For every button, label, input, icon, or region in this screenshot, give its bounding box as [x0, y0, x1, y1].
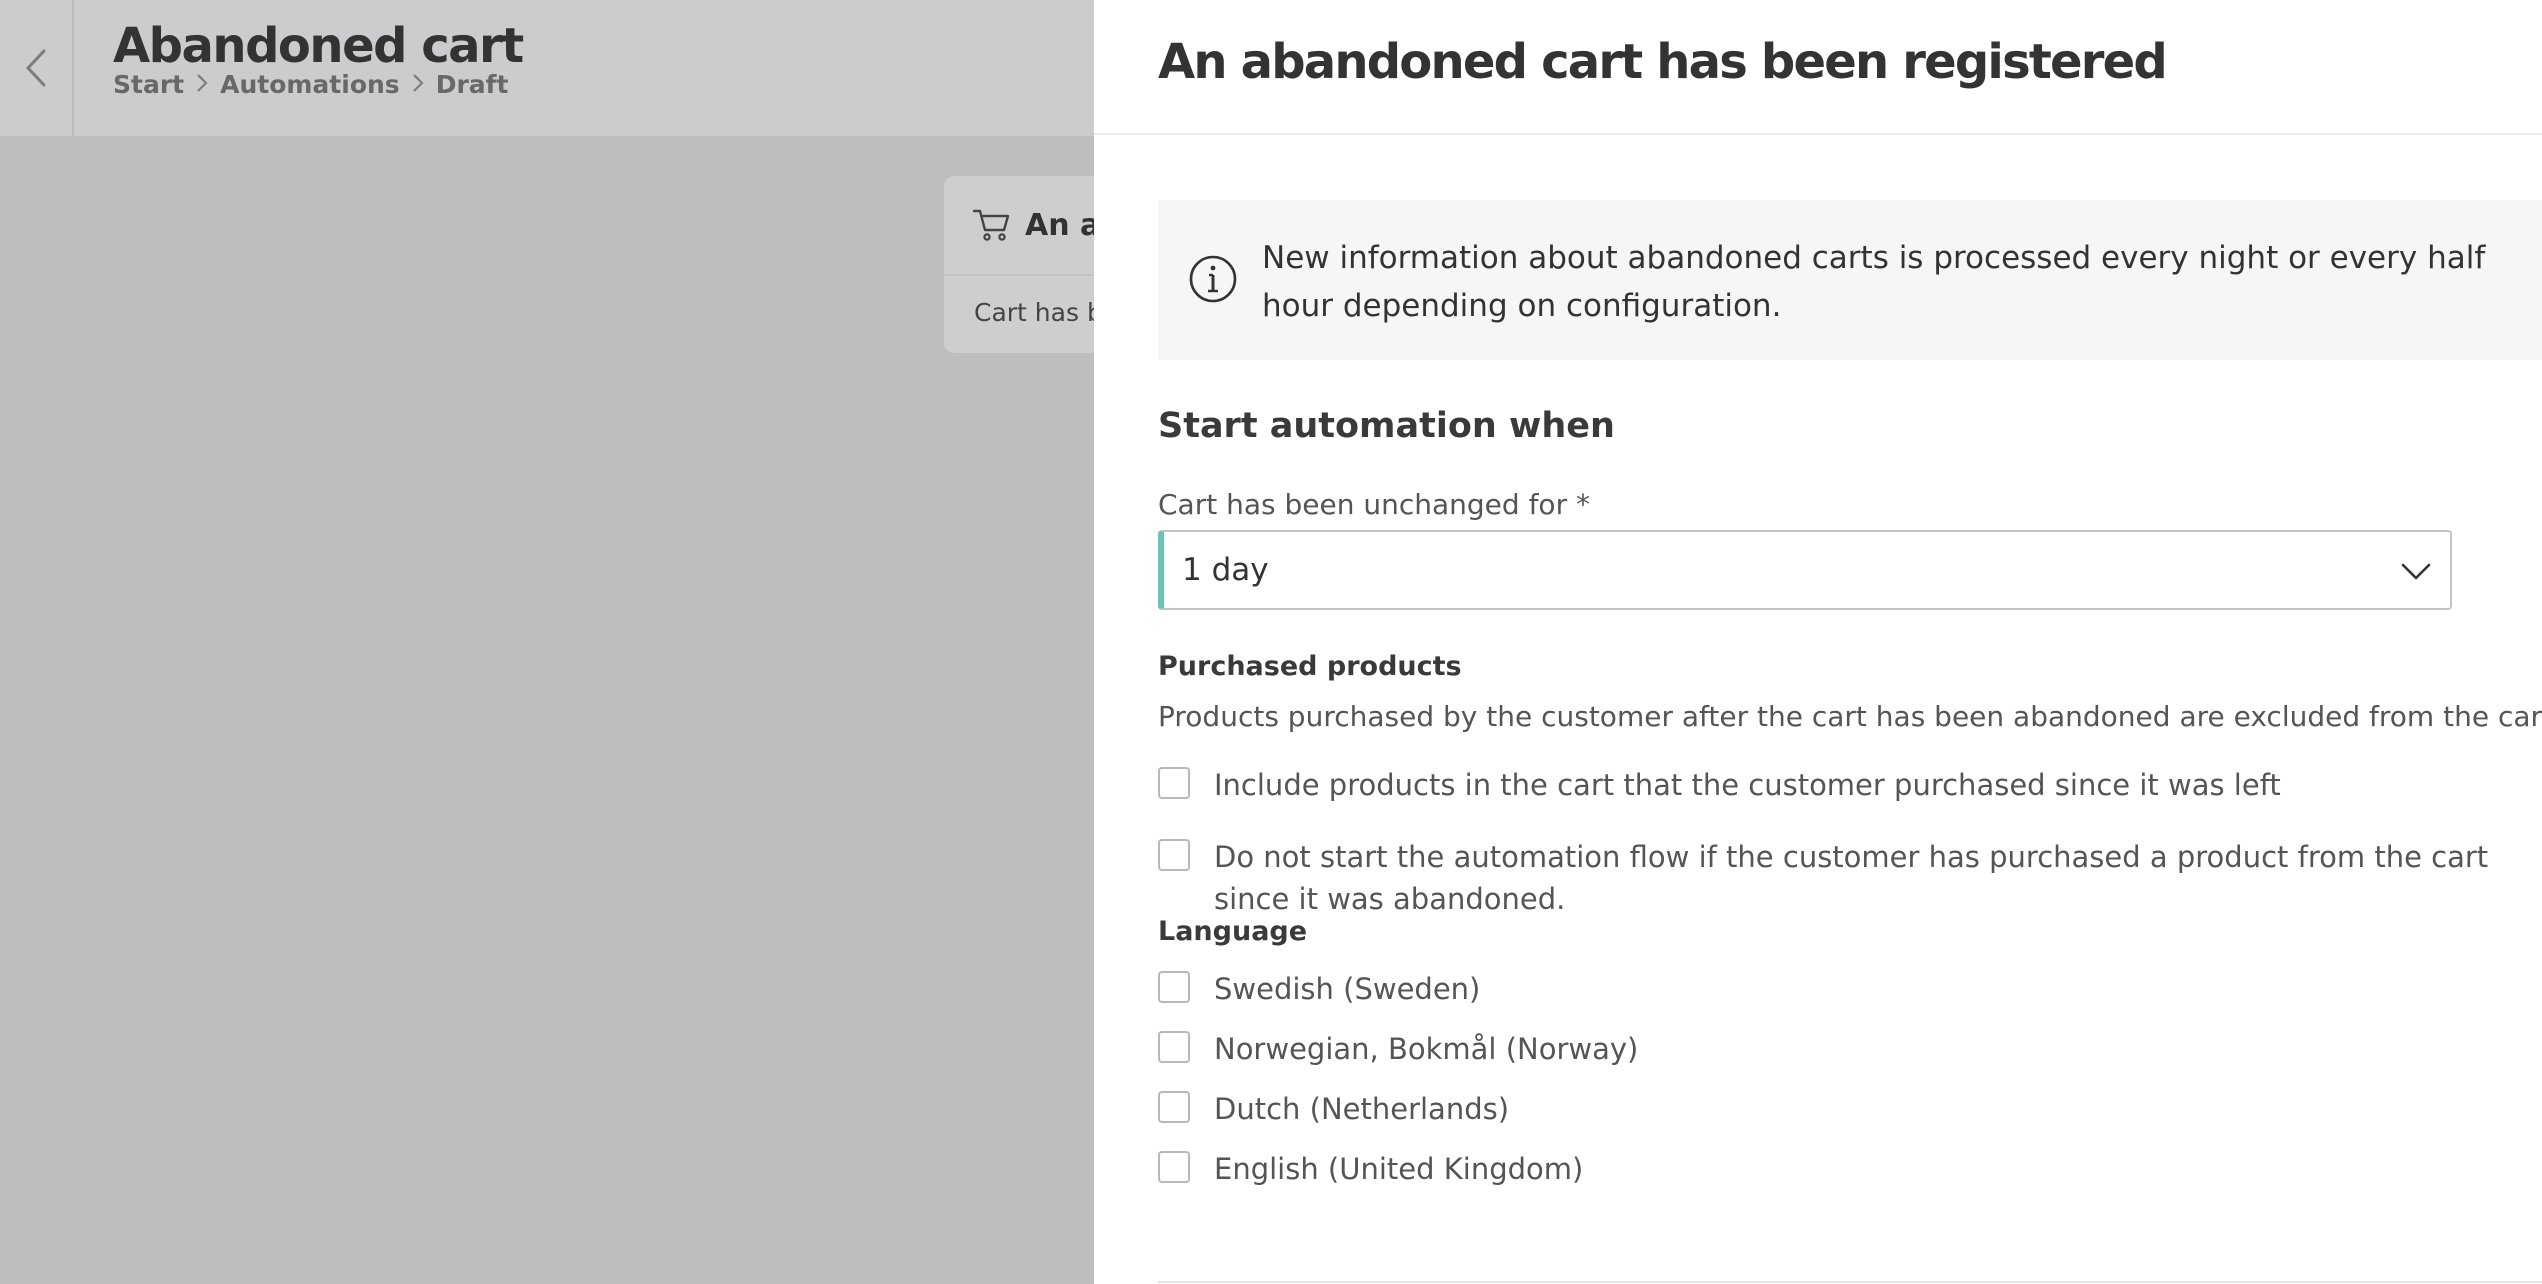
info-notice: New information about abandoned carts is… — [1158, 200, 2542, 360]
breadcrumb-separator-icon — [196, 70, 208, 99]
unchanged-for-select[interactable]: 1 day — [1158, 530, 2452, 610]
unchanged-for-label: Cart has been unchanged for * — [1158, 488, 1590, 521]
language-checkbox-swedish[interactable] — [1158, 971, 1190, 1003]
language-label-english: English (United Kingdom) — [1214, 1152, 1584, 1186]
cart-icon — [973, 209, 1010, 241]
include-purchased-label: Include products in the cart that the cu… — [1214, 768, 2281, 802]
include-purchased-checkbox-row[interactable]: Include products in the cart that the cu… — [1158, 764, 2281, 806]
drawer-header: An abandoned cart has been registered — [1094, 0, 2542, 135]
breadcrumb-draft: Draft — [435, 70, 509, 99]
language-checkbox-dutch[interactable] — [1158, 1091, 1190, 1123]
language-checkbox-norwegian[interactable] — [1158, 1031, 1190, 1063]
drawer-title: An abandoned cart has been registered — [1158, 34, 2168, 90]
breadcrumb-start[interactable]: Start — [113, 70, 184, 99]
language-label-swedish: Swedish (Sweden) — [1214, 972, 1481, 1006]
language-option-swedish[interactable]: Swedish (Sweden) — [1158, 968, 1480, 1010]
language-option-english[interactable]: English (United Kingdom) — [1158, 1148, 1583, 1190]
skip-if-purchased-checkbox-row[interactable]: Do not start the automation flow if the … — [1158, 836, 2518, 920]
language-label-norwegian: Norwegian, Bokmål (Norway) — [1214, 1032, 1639, 1066]
language-checkbox-english[interactable] — [1158, 1151, 1190, 1183]
include-purchased-checkbox[interactable] — [1158, 767, 1190, 799]
trigger-settings-drawer: An abandoned cart has been registered Ne… — [1094, 0, 2542, 1284]
skip-if-purchased-checkbox[interactable] — [1158, 839, 1190, 871]
language-label-dutch: Dutch (Netherlands) — [1214, 1092, 1510, 1126]
breadcrumb: Start Automations Draft — [113, 70, 508, 99]
section-title: Start automation when — [1158, 406, 1615, 446]
back-button[interactable] — [0, 0, 74, 136]
info-text: New information about abandoned carts is… — [1262, 240, 2486, 324]
footer-divider — [1158, 1281, 2542, 1283]
breadcrumb-separator-icon — [412, 70, 424, 99]
page-title: Abandoned cart — [113, 18, 524, 74]
purchased-products-label: Purchased products — [1158, 651, 1462, 682]
unchanged-for-value: 1 day — [1182, 552, 1269, 588]
language-option-norwegian[interactable]: Norwegian, Bokmål (Norway) — [1158, 1028, 1638, 1070]
purchased-products-help: Products purchased by the customer after… — [1158, 700, 2542, 733]
breadcrumb-automations[interactable]: Automations — [220, 70, 400, 99]
chevron-left-icon — [26, 49, 46, 87]
skip-if-purchased-label: Do not start the automation flow if the … — [1214, 840, 2489, 916]
app-root: Abandoned cart Start Automations Draft A… — [0, 0, 2542, 1284]
language-label: Language — [1158, 916, 1308, 947]
language-option-dutch[interactable]: Dutch (Netherlands) — [1158, 1088, 1509, 1130]
info-icon — [1189, 255, 1237, 303]
chevron-down-icon — [2401, 563, 2431, 580]
